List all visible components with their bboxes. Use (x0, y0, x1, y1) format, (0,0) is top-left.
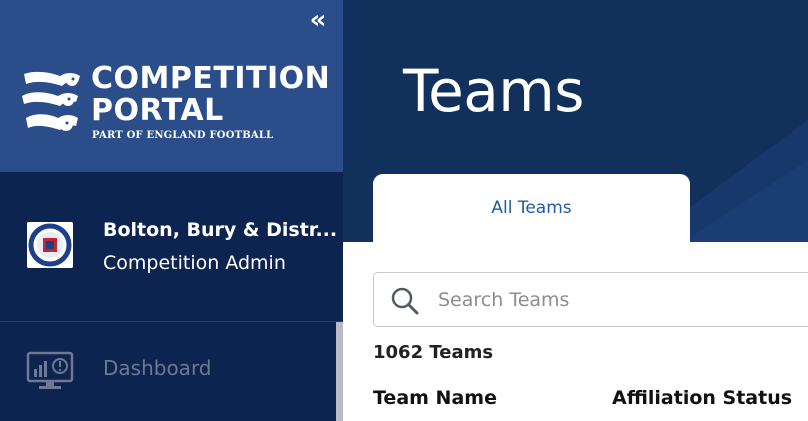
dashboard-monitor-icon (26, 351, 74, 389)
search-input[interactable] (438, 283, 798, 317)
brand-header: « COMPETITION PORTAL PART OF ENGLAND FOO… (0, 0, 343, 172)
sidebar-scrollbar[interactable] (336, 322, 343, 421)
collapse-sidebar-button[interactable]: « (303, 7, 333, 33)
brand-title-line1: COMPETITION (91, 61, 331, 96)
tab-label: All Teams (491, 198, 572, 218)
team-count: 1062 Teams (373, 342, 494, 363)
sidebar-item-label: Dashboard (103, 356, 212, 380)
page-title: Teams (403, 57, 585, 125)
sidebar-item-dashboard[interactable]: Dashboard (0, 322, 336, 421)
brand-subtitle: PART OF ENGLAND FOOTBALL (92, 130, 274, 141)
brand-title-line2: PORTAL (91, 93, 224, 128)
column-header-team-name[interactable]: Team Name (373, 387, 497, 409)
organisation-name: Bolton, Bury & Distr... (103, 219, 338, 241)
sidebar: « COMPETITION PORTAL PART OF ENGLAND FOO… (0, 0, 343, 421)
brand-title: COMPETITION PORTAL (91, 63, 330, 127)
organisation-card[interactable]: Bolton, Bury & Distr... Competition Admi… (0, 172, 343, 322)
league-logo-icon (27, 222, 73, 268)
search-box[interactable] (373, 272, 808, 327)
three-lions-crest-icon (22, 71, 80, 131)
search-icon (391, 287, 419, 315)
column-header-affiliation-status[interactable]: Affiliation Status (612, 387, 792, 409)
organisation-role: Competition Admin (103, 252, 286, 274)
tab-all-teams[interactable]: All Teams (373, 174, 690, 242)
